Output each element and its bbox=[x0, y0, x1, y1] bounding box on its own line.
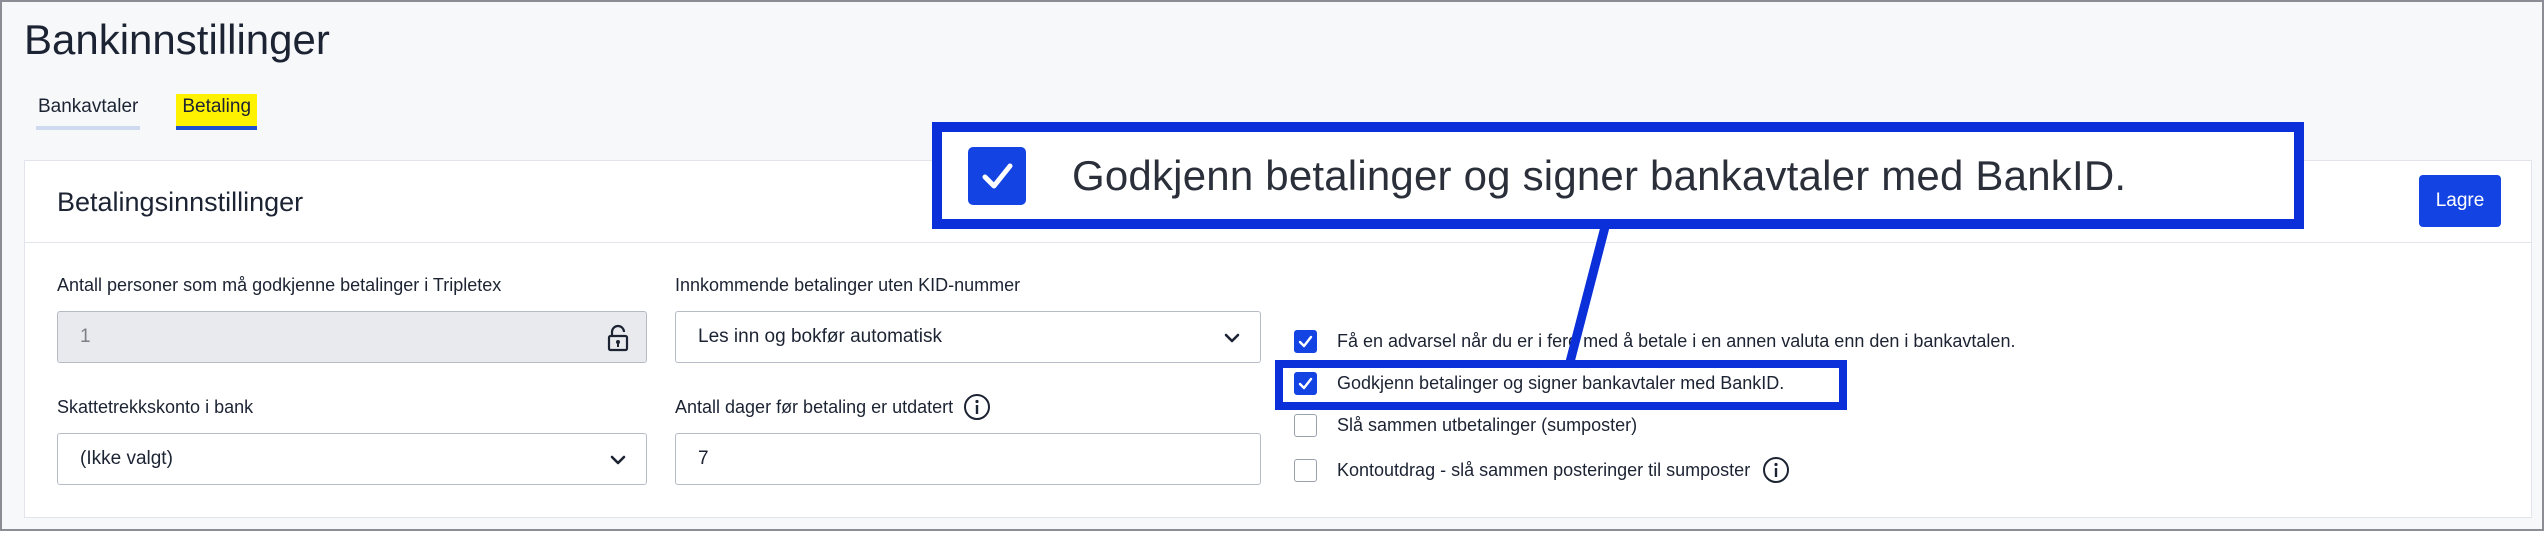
info-icon[interactable] bbox=[963, 393, 991, 421]
annotation-highlight-box bbox=[1275, 360, 1847, 410]
approvers-field: 1 bbox=[57, 311, 647, 363]
save-button[interactable]: Lagre bbox=[2419, 175, 2501, 227]
chevron-down-icon bbox=[1224, 333, 1240, 343]
checkbox-row-currency-warning[interactable]: Få en advarsel når du er i ferd med å be… bbox=[1294, 330, 2015, 353]
chevron-down-icon bbox=[610, 455, 626, 465]
checkbox-row-kontoutdrag[interactable]: Kontoutdrag - slå sammen posteringer til… bbox=[1294, 456, 1790, 484]
checkbox-currency-warning[interactable] bbox=[1294, 330, 1317, 353]
checkbox-sumposter[interactable] bbox=[1294, 414, 1317, 437]
days-outdated-label: Antall dager før betaling er utdatert bbox=[675, 396, 954, 417]
zoom-checkbox bbox=[968, 146, 1026, 205]
tab-bankavtaler[interactable]: Bankavtaler bbox=[36, 96, 141, 130]
incoming-label: Innkommende betalinger uten KID-nummer bbox=[675, 275, 1021, 295]
page-title: Bankinnstillinger bbox=[24, 16, 330, 63]
checkbox-label: Få en advarsel når du er i ferd med å be… bbox=[1337, 331, 2016, 351]
app-frame: Bankinnstillinger Bankavtaler Betaling B… bbox=[0, 0, 2544, 531]
checkbox-label: Kontoutdrag - slå sammen posteringer til… bbox=[1337, 459, 1751, 480]
check-icon bbox=[982, 163, 1013, 188]
tax-account-label: Skattetrekkskonto i bank bbox=[57, 397, 254, 417]
tax-account-select[interactable]: (Ikke valgt) bbox=[57, 433, 647, 485]
checkbox-row-sumposter[interactable]: Slå sammen utbetalinger (sumposter) bbox=[1294, 414, 1637, 437]
info-icon[interactable] bbox=[1762, 456, 1790, 484]
tax-account-value: (Ikke valgt) bbox=[80, 448, 173, 469]
check-icon bbox=[1298, 335, 1313, 348]
zoom-callout-text: Godkjenn betalinger og signer bankavtale… bbox=[1072, 151, 2127, 199]
approvers-label: Antall personer som må godkjenne betalin… bbox=[57, 275, 502, 295]
checkbox-label: Slå sammen utbetalinger (sumposter) bbox=[1337, 415, 1638, 435]
days-outdated-label-row: Antall dager før betaling er utdatert bbox=[675, 393, 991, 421]
days-outdated-value: 7 bbox=[698, 448, 709, 469]
days-outdated-input[interactable]: 7 bbox=[675, 433, 1261, 485]
card-title: Betalingsinnstillinger bbox=[57, 187, 304, 217]
tab-betaling[interactable]: Betaling bbox=[176, 94, 258, 130]
approvers-value: 1 bbox=[80, 326, 91, 347]
incoming-value: Les inn og bokfør automatisk bbox=[698, 326, 942, 347]
tab-bar: Bankavtaler Betaling bbox=[36, 94, 258, 130]
annotation-zoom-callout: Godkjenn betalinger og signer bankavtale… bbox=[932, 122, 2304, 229]
checkbox-kontoutdrag[interactable] bbox=[1294, 458, 1317, 482]
lock-icon bbox=[607, 324, 629, 352]
incoming-select[interactable]: Les inn og bokfør automatisk bbox=[675, 311, 1261, 363]
